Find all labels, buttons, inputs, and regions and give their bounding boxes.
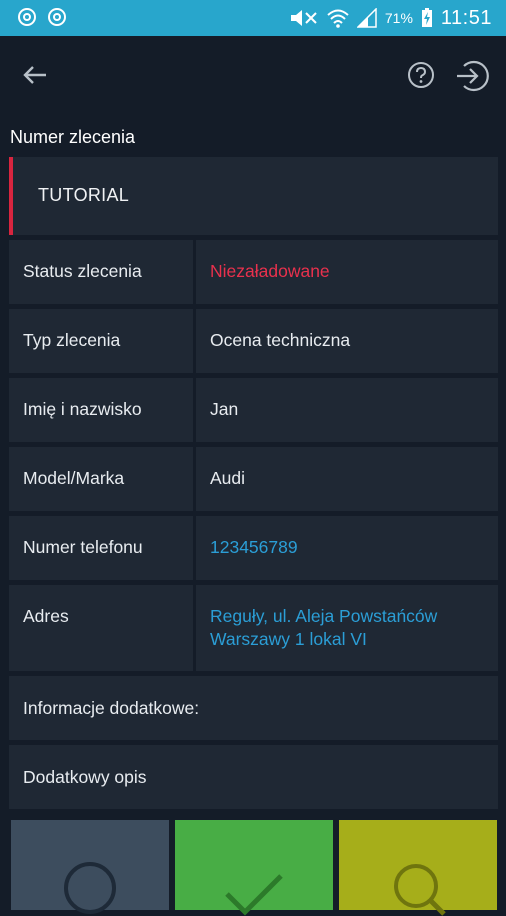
- action-tile-circle[interactable]: [11, 820, 169, 914]
- phone-label-cell: Numer telefonu: [9, 516, 193, 580]
- status-bar: 71% 11:51: [0, 0, 506, 36]
- battery-charging-icon: [421, 8, 432, 27]
- order-number-value: TUTORIAL: [38, 185, 130, 205]
- address-label: Adres: [23, 606, 69, 626]
- type-value: Ocena techniczna: [210, 330, 351, 350]
- status-label-cell: Status zlecenia: [9, 240, 193, 304]
- status-value-cell: Niezaładowane: [196, 240, 498, 304]
- type-label: Typ zlecenia: [23, 330, 121, 350]
- extra-info-box: Dodatkowy opis: [9, 745, 498, 809]
- model-value: Audi: [210, 468, 246, 488]
- notification-app-icon: [18, 8, 36, 26]
- notification-app-icon: [48, 8, 66, 26]
- status-value: Niezaładowane: [210, 261, 330, 281]
- circle-icon: [64, 862, 116, 914]
- mute-icon: [290, 10, 317, 26]
- name-label-cell: Imię i nazwisko: [9, 378, 193, 442]
- logout-icon[interactable]: [454, 58, 490, 94]
- name-label: Imię i nazwisko: [23, 399, 142, 419]
- address-link-line2[interactable]: Warszawy 1 lokal VI: [210, 628, 367, 651]
- address-link-line1[interactable]: Reguły, ul. Aleja Powstańców: [210, 605, 437, 628]
- help-circle-icon[interactable]: [406, 60, 436, 90]
- name-value: Jan: [210, 399, 239, 419]
- phone-link[interactable]: 123456789: [210, 536, 298, 559]
- order-number-label: Numer zlecenia: [10, 127, 136, 147]
- model-label: Model/Marka: [23, 468, 125, 488]
- model-value-cell: Audi: [196, 447, 498, 511]
- order-number-box: TUTORIAL: [9, 157, 498, 235]
- name-value-cell: Jan: [196, 378, 498, 442]
- extra-info-value: Dodatkowy opis: [23, 767, 147, 787]
- phone-label: Numer telefonu: [23, 537, 143, 557]
- status-label: Status zlecenia: [23, 261, 142, 281]
- action-tile-check[interactable]: [175, 820, 333, 916]
- wifi-icon: [327, 9, 349, 28]
- address-label-cell: Adres: [9, 585, 193, 671]
- search-icon: [394, 864, 446, 916]
- clock: 11:51: [440, 6, 492, 29]
- check-icon: [225, 874, 283, 916]
- signal-icon: [356, 8, 377, 28]
- extra-info-header: Informacje dodatkowe:: [9, 676, 498, 740]
- notification-icons: [18, 8, 66, 26]
- battery-percent: 71%: [384, 10, 413, 26]
- address-value-cell[interactable]: Reguły, ul. Aleja Powstańców Warszawy 1 …: [196, 585, 498, 671]
- extra-info-label: Informacje dodatkowe:: [23, 698, 200, 718]
- type-label-cell: Typ zlecenia: [9, 309, 193, 373]
- app-bar: [0, 36, 506, 116]
- phone-value-cell[interactable]: 123456789: [196, 516, 498, 580]
- action-tile-search[interactable]: [339, 820, 497, 916]
- model-label-cell: Model/Marka: [9, 447, 193, 511]
- arrow-left-icon[interactable]: [18, 58, 52, 92]
- type-value-cell: Ocena techniczna: [196, 309, 498, 373]
